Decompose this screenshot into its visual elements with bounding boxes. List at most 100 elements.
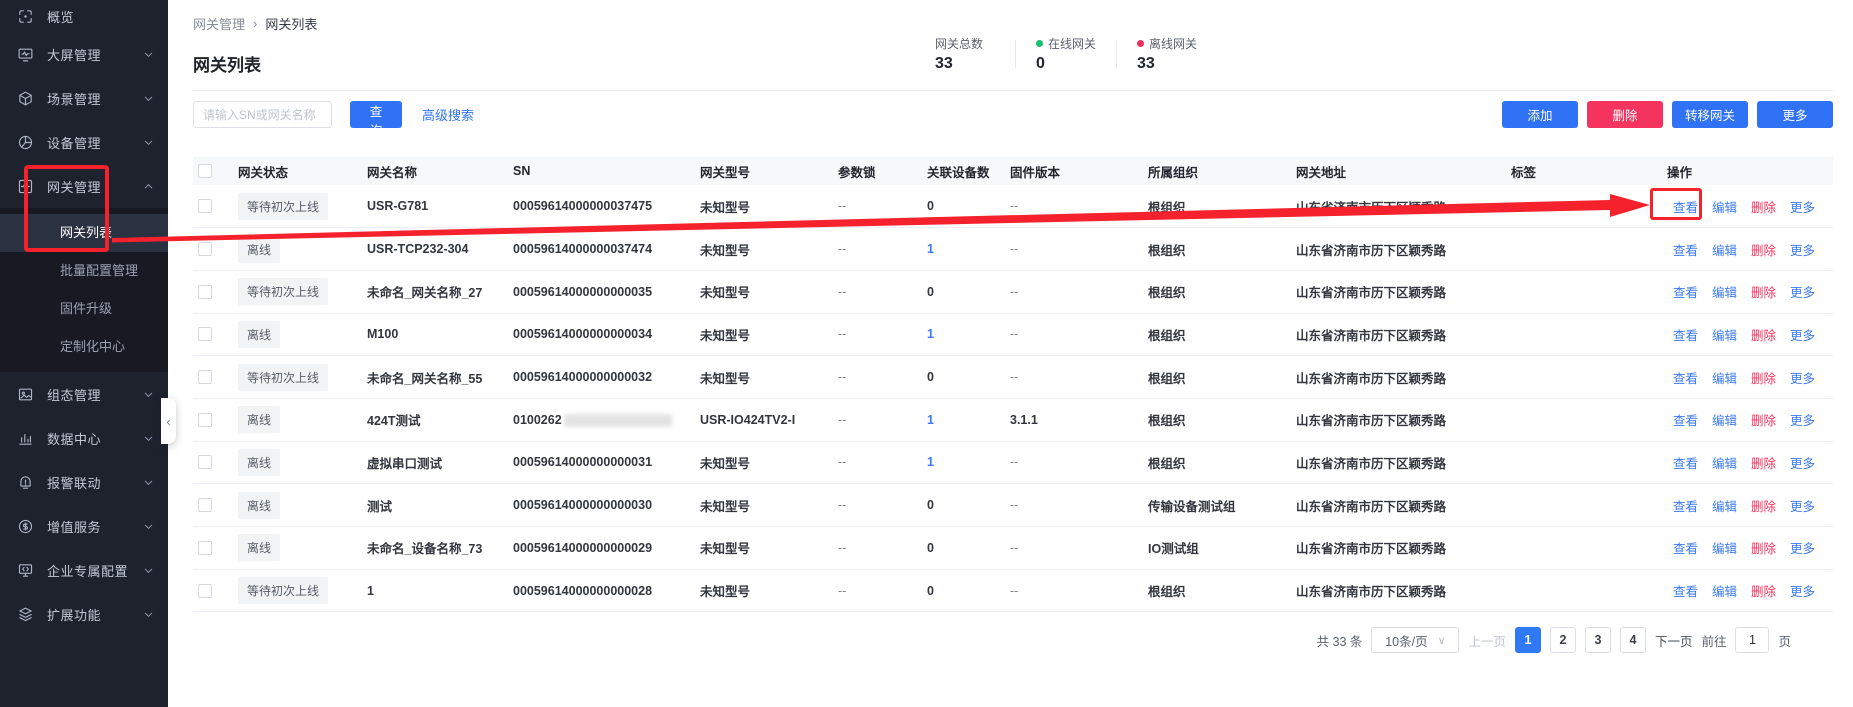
view-link[interactable]: 查看: [1673, 453, 1698, 472]
more-link[interactable]: 更多: [1790, 538, 1815, 557]
edit-link[interactable]: 编辑: [1712, 282, 1737, 301]
edit-link[interactable]: 编辑: [1712, 325, 1737, 344]
tag-cell: [1511, 270, 1667, 313]
device-count-link[interactable]: 1: [927, 327, 934, 341]
sidebar-subitem[interactable]: 定制化中心: [0, 328, 168, 366]
edit-link[interactable]: 编辑: [1712, 197, 1737, 216]
edit-link[interactable]: 编辑: [1712, 581, 1737, 600]
sidebar-item-gateway[interactable]: 网关管理: [0, 164, 168, 208]
edit-link[interactable]: 编辑: [1712, 410, 1737, 429]
sidebar-item-screen[interactable]: 大屏管理: [0, 32, 168, 76]
sidebar-subitem[interactable]: 批量配置管理: [0, 252, 168, 290]
sidebar-item-scene[interactable]: 场景管理: [0, 76, 168, 120]
view-link[interactable]: 查看: [1673, 240, 1698, 259]
row-checkbox[interactable]: [198, 541, 212, 555]
view-link[interactable]: 查看: [1673, 197, 1698, 216]
delete-link[interactable]: 删除: [1751, 496, 1776, 515]
breadcrumb-parent[interactable]: 网关管理: [193, 14, 245, 33]
sidebar-item-overview[interactable]: 概览: [0, 0, 168, 32]
status-cell: 离线: [238, 313, 367, 356]
delete-link[interactable]: 删除: [1751, 368, 1776, 387]
more-link[interactable]: 更多: [1790, 282, 1815, 301]
more-link[interactable]: 更多: [1790, 410, 1815, 429]
more-link[interactable]: 更多: [1790, 325, 1815, 344]
delete-link[interactable]: 删除: [1751, 240, 1776, 259]
delete-link[interactable]: 删除: [1751, 325, 1776, 344]
select-all-checkbox[interactable]: [198, 164, 212, 178]
view-link[interactable]: 查看: [1673, 368, 1698, 387]
sidebar-subitem[interactable]: 网关列表: [0, 214, 168, 252]
search-input[interactable]: [193, 101, 332, 128]
delete-link[interactable]: 删除: [1751, 197, 1776, 216]
sidebar-subitem[interactable]: 固件升级: [0, 290, 168, 328]
stat-divider: [1116, 40, 1117, 68]
delete-link[interactable]: 删除: [1751, 538, 1776, 557]
query-button[interactable]: 查询: [350, 101, 402, 128]
row-checkbox[interactable]: [198, 413, 212, 427]
row-checkbox[interactable]: [198, 242, 212, 256]
sidebar-item-config[interactable]: 组态管理: [0, 372, 168, 416]
goto-page-input[interactable]: [1735, 627, 1769, 653]
status-badge: 离线: [238, 406, 280, 433]
sidebar-item-enterprise[interactable]: 企业专属配置: [0, 548, 168, 592]
param-lock-cell: --: [838, 313, 927, 356]
edit-link[interactable]: 编辑: [1712, 368, 1737, 387]
prev-page-button[interactable]: 上一页: [1468, 631, 1506, 650]
advanced-search-link[interactable]: 高级搜索: [422, 105, 474, 124]
sidebar-item-extension[interactable]: 扩展功能: [0, 592, 168, 636]
view-link[interactable]: 查看: [1673, 282, 1698, 301]
ops-cell: 查看编辑删除更多: [1667, 484, 1833, 527]
sidebar-item-data[interactable]: 数据中心: [0, 416, 168, 460]
edit-link[interactable]: 编辑: [1712, 240, 1737, 259]
page-number-button[interactable]: 4: [1620, 627, 1646, 653]
sidebar-item-device[interactable]: 设备管理: [0, 120, 168, 164]
device-count-link[interactable]: 1: [927, 455, 934, 469]
row-checkbox[interactable]: [198, 370, 212, 384]
status-badge: 离线: [238, 236, 280, 263]
sn-cell: 00059614000000000030: [513, 484, 700, 527]
view-link[interactable]: 查看: [1673, 496, 1698, 515]
view-link[interactable]: 查看: [1673, 538, 1698, 557]
row-checkbox[interactable]: [198, 327, 212, 341]
sidebar-collapse-button[interactable]: ‹: [161, 398, 176, 444]
more-link[interactable]: 更多: [1790, 240, 1815, 259]
sidebar-item-value[interactable]: 增值服务: [0, 504, 168, 548]
delete-link[interactable]: 删除: [1751, 282, 1776, 301]
row-checkbox[interactable]: [198, 584, 212, 598]
edit-link[interactable]: 编辑: [1712, 538, 1737, 557]
status-badge: 离线: [238, 449, 280, 476]
view-link[interactable]: 查看: [1673, 410, 1698, 429]
screen-icon: [16, 45, 34, 63]
delete-button[interactable]: 删除: [1587, 101, 1663, 128]
org-cell: 根组织: [1148, 228, 1296, 271]
view-link[interactable]: 查看: [1673, 325, 1698, 344]
row-checkbox[interactable]: [198, 199, 212, 213]
page-number-button[interactable]: 1: [1515, 627, 1541, 653]
view-link[interactable]: 查看: [1673, 581, 1698, 600]
more-link[interactable]: 更多: [1790, 453, 1815, 472]
more-link[interactable]: 更多: [1790, 496, 1815, 515]
more-link[interactable]: 更多: [1790, 368, 1815, 387]
add-button[interactable]: 添加: [1502, 101, 1578, 128]
edit-link[interactable]: 编辑: [1712, 453, 1737, 472]
model-cell: 未知型号: [700, 441, 838, 484]
device-count-link[interactable]: 1: [927, 413, 934, 427]
more-link[interactable]: 更多: [1790, 581, 1815, 600]
delete-link[interactable]: 删除: [1751, 410, 1776, 429]
firmware-cell: --: [1010, 569, 1148, 612]
device-count-link[interactable]: 1: [927, 242, 934, 256]
next-page-button[interactable]: 下一页: [1655, 631, 1693, 650]
sidebar-item-alarm[interactable]: 报警联动: [0, 460, 168, 504]
delete-link[interactable]: 删除: [1751, 453, 1776, 472]
edit-link[interactable]: 编辑: [1712, 496, 1737, 515]
page-size-select[interactable]: 10条/页 ∨: [1371, 627, 1459, 653]
transfer-button[interactable]: 转移网关: [1672, 101, 1748, 128]
more-button[interactable]: 更多: [1757, 101, 1833, 128]
row-checkbox[interactable]: [198, 285, 212, 299]
delete-link[interactable]: 删除: [1751, 581, 1776, 600]
more-link[interactable]: 更多: [1790, 197, 1815, 216]
row-checkbox[interactable]: [198, 455, 212, 469]
page-number-button[interactable]: 2: [1550, 627, 1576, 653]
row-checkbox[interactable]: [198, 498, 212, 512]
page-number-button[interactable]: 3: [1585, 627, 1611, 653]
